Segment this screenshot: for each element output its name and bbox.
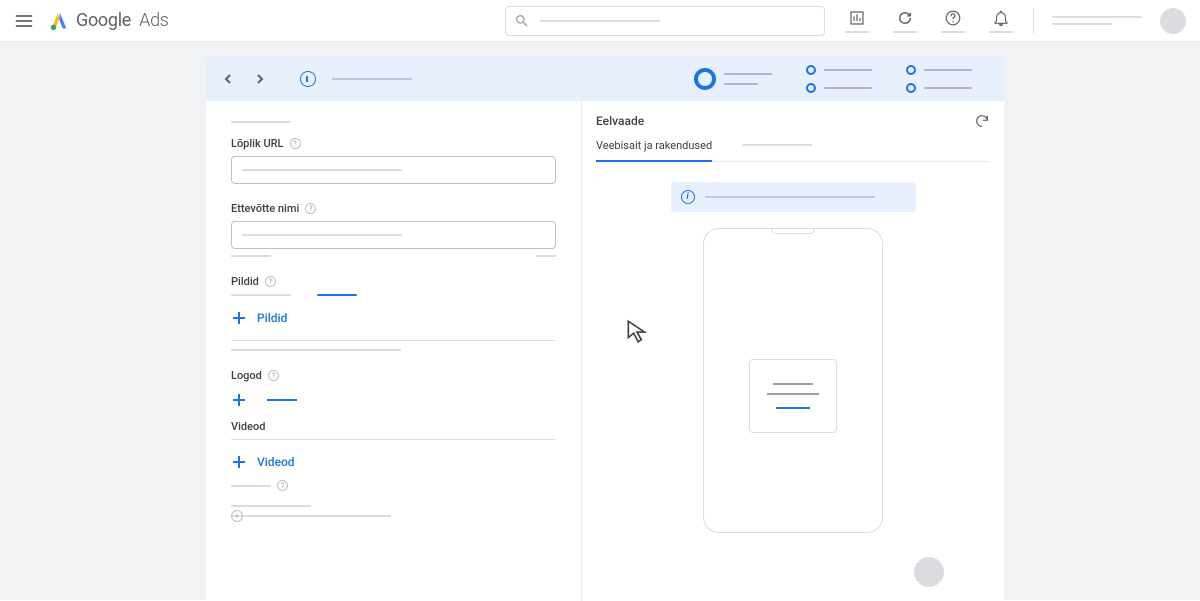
notifications-icon[interactable]	[989, 9, 1013, 33]
preview-ad-card	[749, 359, 837, 433]
help-icon[interactable]: ?	[277, 480, 288, 491]
step-back-button[interactable]	[218, 69, 238, 89]
step-circle-icon	[906, 65, 916, 75]
reports-icon[interactable]	[845, 9, 869, 33]
footnote-row: ?	[231, 480, 556, 491]
tab-placeholder[interactable]	[742, 144, 812, 146]
info-icon	[681, 190, 695, 204]
help-icon[interactable]: ?	[305, 203, 316, 214]
add-logos-button[interactable]	[231, 392, 556, 408]
phone-preview	[703, 228, 883, 533]
step-circle-icon	[906, 83, 916, 93]
help-icon[interactable]	[941, 9, 965, 33]
app-header: Google Ads	[0, 0, 1200, 42]
plus-icon	[231, 454, 247, 470]
banner-text-placeholder	[705, 196, 875, 198]
help-icon[interactable]: ?	[290, 138, 301, 149]
help-icon[interactable]: ?	[268, 370, 279, 381]
brand-text: Google Ads	[76, 10, 169, 31]
step-3[interactable]	[906, 65, 972, 93]
help-icon[interactable]: ?	[265, 276, 276, 287]
logos-label: Logod	[231, 369, 262, 382]
footer-placeholders: i	[231, 505, 556, 517]
final-url-input[interactable]	[231, 156, 556, 184]
images-label: Pildid	[231, 275, 259, 288]
ads-logo-icon	[48, 10, 70, 32]
business-name-input[interactable]	[231, 221, 556, 249]
divider	[231, 439, 556, 440]
input-placeholder	[242, 234, 402, 236]
preview-info-banner	[671, 182, 916, 212]
add-videos-button[interactable]: Videod	[231, 454, 556, 470]
refresh-icon[interactable]	[893, 9, 917, 33]
images-hint-placeholder	[231, 294, 291, 296]
step-circle-icon	[806, 83, 816, 93]
floating-action-button[interactable]	[914, 557, 944, 587]
phone-notch	[771, 229, 815, 234]
preview-refresh-button[interactable]	[974, 113, 990, 129]
header-separator	[1033, 8, 1034, 34]
search-placeholder	[540, 20, 660, 22]
step-circle-icon	[806, 65, 816, 75]
input-placeholder	[242, 169, 402, 171]
search-icon	[514, 13, 530, 29]
section-subtitle-placeholder	[231, 121, 291, 123]
images-link-placeholder[interactable]	[317, 294, 357, 296]
stepper-bar	[206, 56, 1004, 101]
step-forward-button[interactable]	[250, 69, 270, 89]
add-images-button[interactable]: Pildid	[231, 310, 556, 326]
search-input[interactable]	[505, 6, 825, 36]
videos-label: Videod	[231, 420, 265, 433]
content-card: Lõplik URL ? Ettevõtte nimi ? Pildid ?	[206, 101, 1004, 601]
step-2[interactable]	[806, 65, 872, 93]
preview-tabs: Veebisait ja rakendused	[596, 139, 990, 162]
tab-website-apps[interactable]: Veebisait ja rakendused	[596, 139, 712, 162]
plus-icon	[231, 392, 247, 408]
step-current[interactable]	[694, 68, 772, 90]
business-name-label: Ettevõtte nimi	[231, 202, 299, 215]
stepper-steps	[694, 65, 972, 93]
header-tools	[845, 9, 1013, 33]
page-body: Lõplik URL ? Ettevõtte nimi ? Pildid ?	[0, 42, 1200, 600]
plus-icon	[231, 310, 247, 326]
preview-title: Eelvaade	[596, 114, 644, 128]
cursor-icon	[624, 318, 650, 344]
preview-column: Eelvaade Veebisait ja rakendused	[581, 101, 1004, 601]
divider	[231, 340, 556, 341]
final-url-label: Lõplik URL	[231, 137, 284, 150]
stepper-title-placeholder	[332, 78, 412, 80]
account-label[interactable]	[1052, 16, 1142, 25]
info-icon[interactable]	[300, 71, 316, 87]
form-column: Lõplik URL ? Ettevõtte nimi ? Pildid ?	[206, 101, 581, 601]
brand-logo[interactable]: Google Ads	[48, 10, 169, 32]
step-active-icon	[694, 68, 716, 90]
menu-icon[interactable]	[14, 11, 34, 31]
avatar[interactable]	[1160, 8, 1186, 34]
